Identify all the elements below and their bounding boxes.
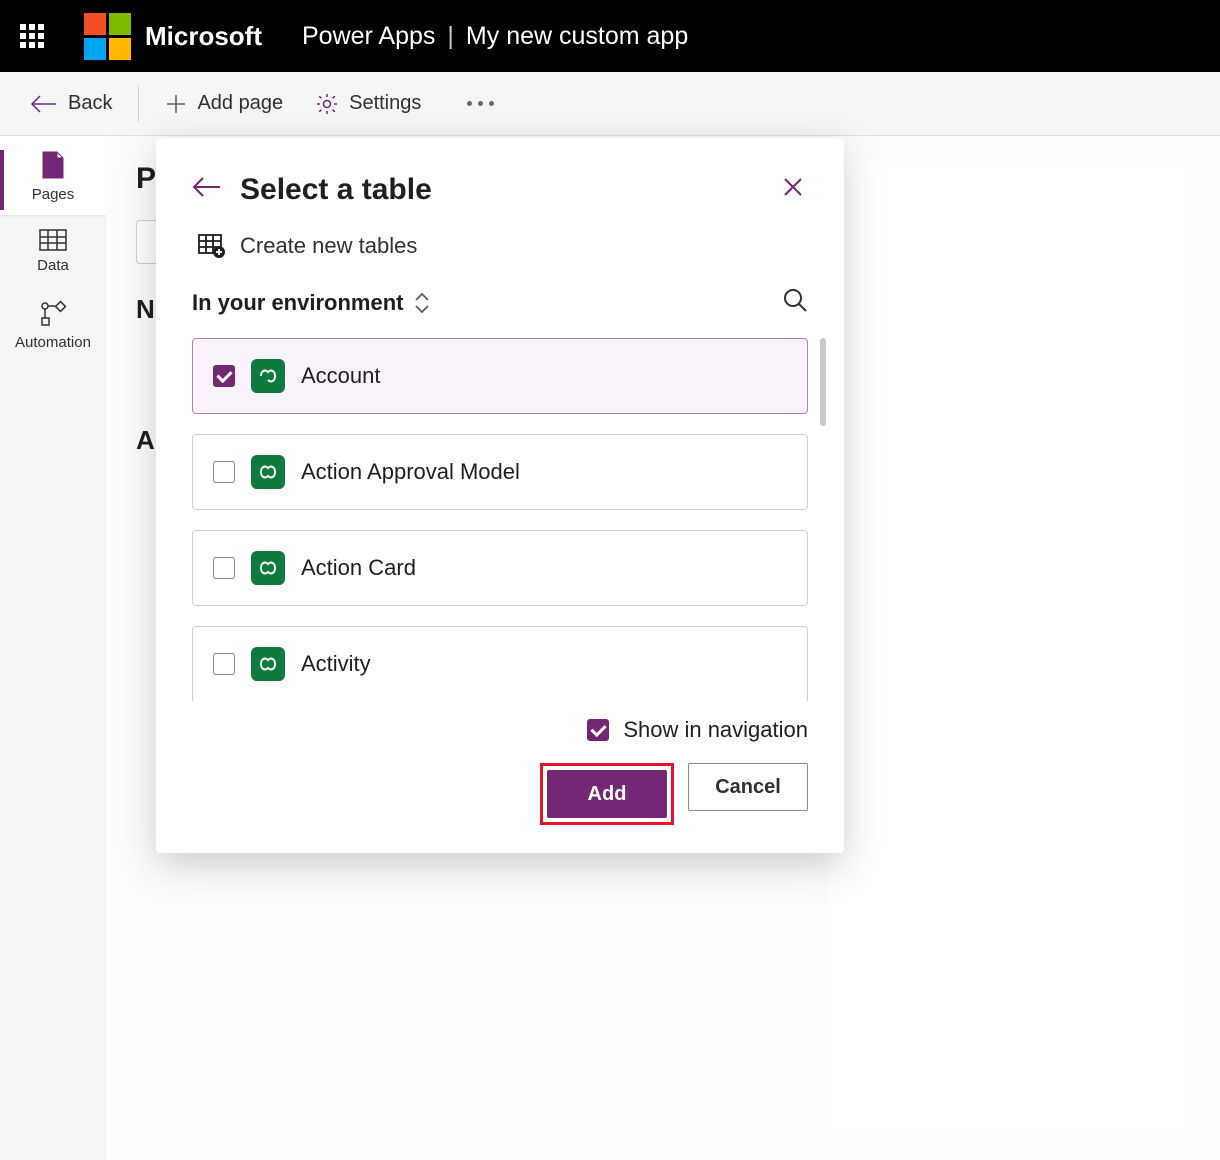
chevron-up-down-icon [413, 292, 431, 314]
sort-toggle[interactable] [413, 292, 431, 314]
environment-filter-label: In your environment [192, 290, 403, 316]
create-new-tables-button[interactable]: Create new tables [198, 233, 808, 259]
highlight-annotation: Add [540, 763, 674, 825]
app-name: My new custom app [466, 22, 688, 51]
nav-pages[interactable]: Pages [0, 136, 106, 215]
table-list: Account Action Approval Model Action Car… [192, 338, 808, 701]
command-bar: Back Add page Settings [0, 72, 1220, 136]
table-item-activity[interactable]: Activity [192, 626, 808, 701]
table-name: Action Card [301, 555, 416, 581]
settings-label: Settings [349, 92, 421, 115]
table-item-action-approval[interactable]: Action Approval Model [192, 434, 808, 510]
settings-button[interactable]: Settings [303, 84, 433, 124]
dataverse-icon [251, 551, 285, 585]
gear-icon [315, 92, 339, 116]
close-icon [782, 176, 804, 198]
dialog-close-button[interactable] [778, 172, 808, 207]
app-launcher-icon[interactable] [20, 24, 44, 48]
scrollbar[interactable] [820, 338, 826, 426]
select-table-dialog: Select a table Create new tables In your… [156, 138, 844, 853]
table-item-account[interactable]: Account [192, 338, 808, 414]
table-plus-icon [198, 234, 226, 258]
flow-icon [39, 300, 67, 328]
add-page-button[interactable]: Add page [153, 84, 295, 123]
table-icon [39, 229, 67, 251]
page-icon [40, 150, 66, 180]
create-new-label: Create new tables [240, 233, 417, 259]
divider [138, 86, 139, 122]
dialog-back-button[interactable] [192, 176, 222, 203]
show-in-nav-label: Show in navigation [623, 717, 808, 743]
table-checkbox[interactable] [213, 557, 235, 579]
nav-data-label: Data [37, 257, 69, 274]
dataverse-icon [251, 647, 285, 681]
search-button[interactable] [782, 287, 808, 318]
table-checkbox[interactable] [213, 461, 235, 483]
table-checkbox[interactable] [213, 653, 235, 675]
show-in-nav-checkbox[interactable] [587, 719, 609, 741]
search-icon [782, 287, 808, 313]
add-page-label: Add page [197, 92, 283, 115]
separator: | [447, 22, 454, 51]
microsoft-logo-icon [84, 13, 131, 60]
top-header: Microsoft Power Apps | My new custom app [0, 0, 1220, 72]
brand-text: Microsoft [145, 21, 262, 52]
dataverse-icon [251, 359, 285, 393]
nav-automation-label: Automation [15, 334, 91, 351]
nav-automation[interactable]: Automation [0, 286, 106, 363]
add-button[interactable]: Add [547, 770, 667, 818]
back-button[interactable]: Back [18, 84, 124, 123]
left-nav: Pages Data Automation [0, 136, 106, 1160]
nav-data[interactable]: Data [0, 215, 106, 286]
table-name: Activity [301, 651, 371, 677]
table-name: Action Approval Model [301, 459, 520, 485]
dialog-title: Select a table [240, 173, 778, 207]
table-name: Account [301, 363, 381, 389]
arrow-left-icon [30, 94, 58, 114]
table-item-action-card[interactable]: Action Card [192, 530, 808, 606]
product-name[interactable]: Power Apps [302, 22, 435, 51]
plus-icon [165, 93, 187, 115]
nav-pages-label: Pages [32, 186, 75, 203]
arrow-left-icon [192, 176, 222, 198]
more-button[interactable] [459, 93, 502, 114]
back-label: Back [68, 92, 112, 115]
preview-pane [830, 162, 1190, 1134]
table-checkbox[interactable] [213, 365, 235, 387]
dataverse-icon [251, 455, 285, 489]
cancel-button[interactable]: Cancel [688, 763, 808, 811]
